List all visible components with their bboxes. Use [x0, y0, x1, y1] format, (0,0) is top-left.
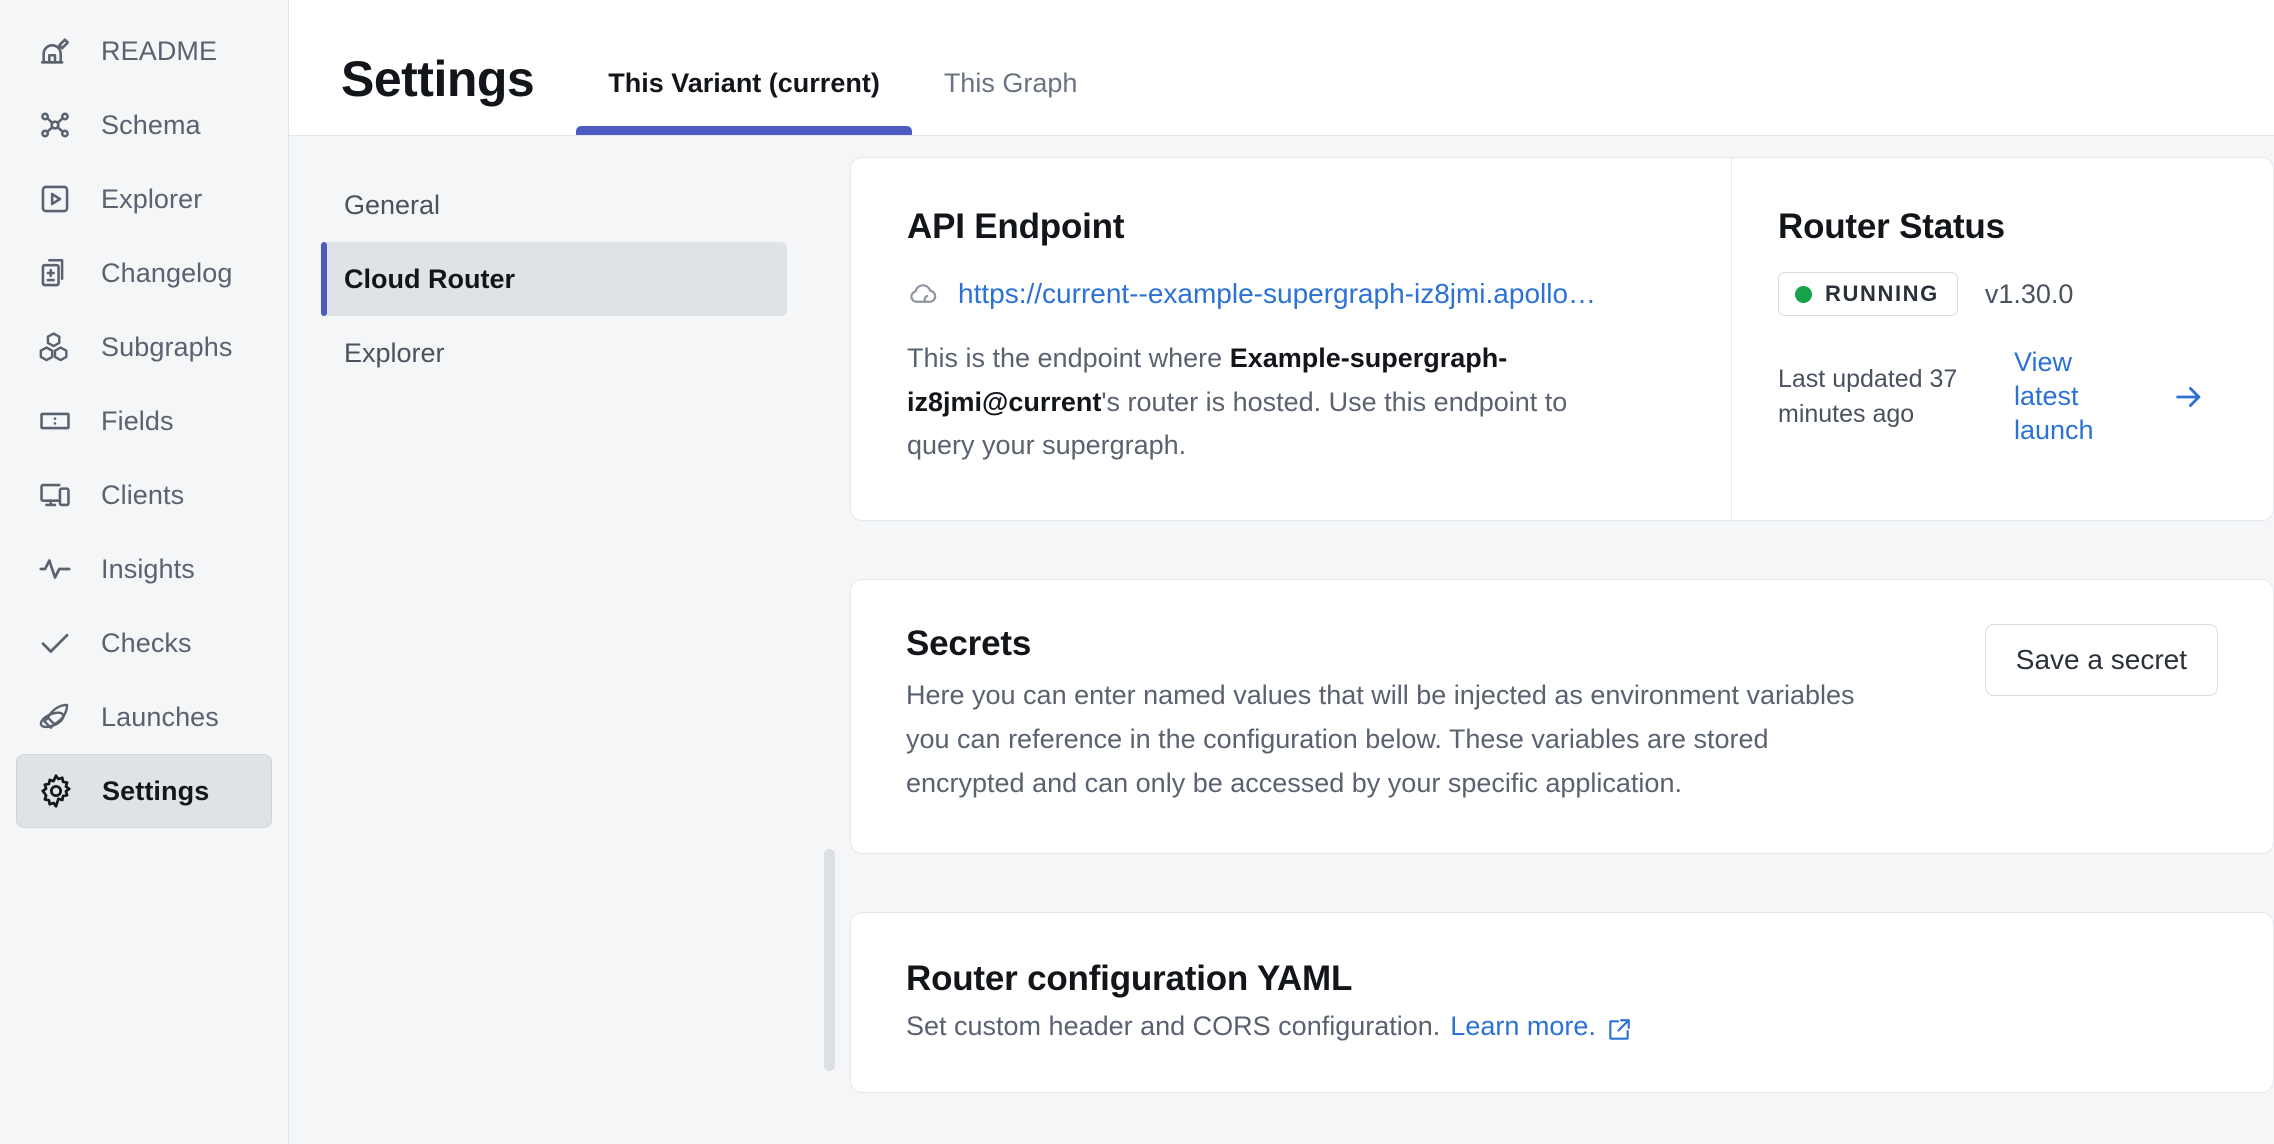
content-scrollbar[interactable] — [819, 136, 841, 1144]
sidebar-item-settings[interactable]: Settings — [16, 754, 272, 828]
subnav-item-explorer[interactable]: Explorer — [321, 316, 787, 390]
secrets-description: Here you can enter named values that wil… — [906, 680, 1855, 798]
router-config-description: Set custom header and CORS configuration… — [906, 1011, 2218, 1042]
pulse-icon — [36, 550, 74, 588]
settings-subnav: General Cloud Router Explorer — [289, 136, 819, 1144]
settings-body: General Cloud Router Explorer API Endpoi — [289, 136, 2274, 1144]
status-badge: RUNNING — [1778, 272, 1958, 316]
tab-this-variant[interactable]: This Variant (current) — [576, 68, 912, 135]
save-a-secret-button[interactable]: Save a secret — [1984, 624, 2218, 697]
secrets-main: Secrets Here you can enter named values … — [906, 624, 1965, 805]
play-square-icon — [36, 180, 74, 218]
external-link-icon[interactable] — [1606, 1017, 1632, 1043]
subnav-item-label: Cloud Router — [344, 263, 515, 294]
sidebar-item-insights[interactable]: Insights — [16, 532, 272, 606]
page-header: Settings This Variant (current) This Gra… — [289, 0, 2274, 136]
secrets-card: Secrets Here you can enter named values … — [850, 579, 2274, 855]
api-endpoint-url[interactable]: https://current--example-supergraph-iz8j… — [958, 278, 1596, 310]
router-status-title: Router Status — [1778, 207, 2005, 246]
sidebar-item-fields[interactable]: Fields — [16, 384, 272, 458]
check-icon — [36, 624, 74, 662]
sidebar-item-subgraphs[interactable]: Subgraphs — [16, 310, 272, 384]
sidebar-item-launches[interactable]: Launches — [16, 680, 272, 754]
sidebar-item-label: Explorer — [101, 183, 203, 214]
api-endpoint-description: This is the endpoint where Example-super… — [907, 337, 1607, 468]
desc-prefix: This is the endpoint where — [907, 343, 1230, 373]
sidebar-item-label: README — [101, 35, 218, 66]
header-tabs: This Variant (current) This Graph — [576, 0, 1109, 135]
cloud-icon — [907, 277, 940, 310]
sidebar-item-label: Launches — [101, 701, 219, 732]
sidebar-item-checks[interactable]: Checks — [16, 606, 272, 680]
sidebar-item-label: Checks — [101, 627, 192, 658]
tab-label: This Graph — [943, 68, 1078, 98]
tab-label: This Variant (current) — [608, 68, 880, 98]
view-latest-launch-link[interactable]: View latest launch — [2014, 346, 2112, 447]
cubes-icon — [36, 328, 74, 366]
status-badge-label: RUNNING — [1825, 281, 1939, 306]
gear-icon — [37, 772, 75, 810]
rocket-icon — [36, 698, 74, 736]
app-root: README Schema Explorer Changelog Subgrap… — [0, 0, 2274, 1144]
router-version: v1.30.0 — [1984, 278, 2074, 309]
arrow-right-icon[interactable] — [2172, 380, 2206, 414]
subnav-item-label: Explorer — [344, 337, 445, 368]
secrets-title: Secrets — [906, 624, 1032, 664]
primary-sidebar: README Schema Explorer Changelog Subgrap… — [0, 0, 289, 1144]
router-config-desc-text: Set custom header and CORS configuration… — [906, 1011, 1441, 1042]
status-dot-icon — [1795, 285, 1812, 303]
sidebar-item-label: Clients — [101, 479, 185, 510]
sidebar-item-changelog[interactable]: Changelog — [16, 236, 272, 310]
router-config-title: Router configuration YAML — [906, 959, 1353, 999]
api-endpoint-section: API Endpoint https://current--example-su… — [851, 158, 1732, 521]
sidebar-item-label: Insights — [101, 553, 195, 584]
router-status-section: Router Status RUNNING v1.30.0 Last updat… — [1732, 158, 2273, 520]
page-title: Settings — [341, 51, 535, 107]
subnav-item-label: General — [344, 189, 441, 220]
router-status-footer: Last updated 37 minutes ago View latest … — [1778, 346, 2229, 447]
fields-rectangle-icon — [36, 402, 74, 440]
sidebar-item-clients[interactable]: Clients — [16, 458, 272, 532]
sidebar-item-readme[interactable]: README — [16, 14, 272, 88]
sidebar-item-label: Schema — [101, 109, 201, 140]
settings-content: API Endpoint https://current--example-su… — [841, 136, 2274, 1144]
sidebar-item-label: Subgraphs — [101, 331, 233, 362]
sidebar-item-explorer[interactable]: Explorer — [16, 162, 272, 236]
router-overview-card: API Endpoint https://current--example-su… — [850, 157, 2274, 522]
api-endpoint-url-row: https://current--example-supergraph-iz8j… — [907, 277, 1675, 310]
router-status-row: RUNNING v1.30.0 — [1778, 272, 2229, 316]
sidebar-item-label: Settings — [102, 775, 210, 806]
subnav-item-cloud-router[interactable]: Cloud Router — [321, 242, 787, 316]
subnav-item-general[interactable]: General — [321, 168, 787, 242]
main-region: Settings This Variant (current) This Gra… — [289, 0, 2274, 1144]
sidebar-item-label: Changelog — [101, 257, 233, 288]
sidebar-item-schema[interactable]: Schema — [16, 88, 272, 162]
learn-more-link[interactable]: Learn more. — [1450, 1011, 1596, 1042]
schema-graph-icon — [36, 106, 74, 144]
tab-this-graph[interactable]: This Graph — [912, 68, 1110, 135]
sidebar-item-label: Fields — [101, 405, 174, 436]
router-config-yaml-card: Router configuration YAML Set custom hea… — [850, 912, 2274, 1094]
scrollbar-thumb[interactable] — [824, 849, 835, 1071]
devices-icon — [36, 476, 74, 514]
observatory-icon — [36, 32, 74, 70]
last-updated-text: Last updated 37 minutes ago — [1778, 365, 1958, 428]
documents-plusminus-icon — [36, 254, 74, 292]
api-endpoint-title: API Endpoint — [907, 207, 1125, 246]
